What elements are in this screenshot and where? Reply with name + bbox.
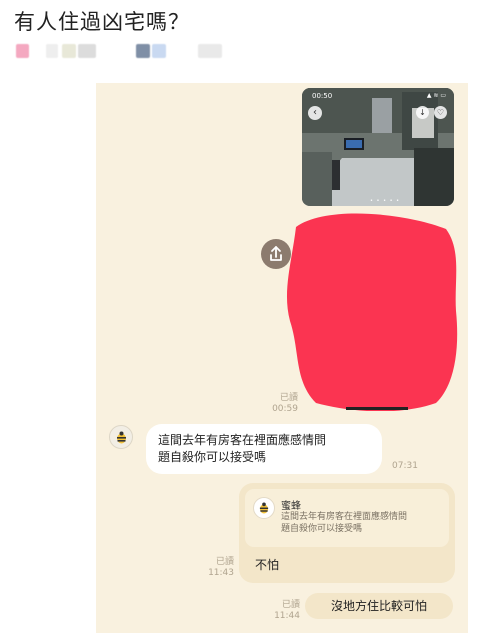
incoming-line-2: 題自殺你可以接受嗎 xyxy=(158,450,267,464)
blur-block xyxy=(152,44,166,58)
page-dots: • • • • • xyxy=(370,198,401,204)
quoted-line-2: 題自殺你可以接受嗎 xyxy=(281,524,363,534)
status-icons: ▲ ≋ ▭ xyxy=(426,92,446,99)
quoted-sender-name: 蜜蜂 xyxy=(281,501,301,512)
blur-block xyxy=(16,44,29,58)
download-icon[interactable]: ↓ xyxy=(416,106,429,119)
share-button[interactable] xyxy=(261,239,291,269)
blurred-meta xyxy=(16,44,256,58)
quoted-line-1: 這間去年有房客在裡面應感情問 xyxy=(281,512,408,522)
incoming-line-1: 這間去年有房客在裡面應感情問 xyxy=(158,433,327,447)
outgoing-message[interactable]: 沒地方住比較可怕 xyxy=(305,593,453,619)
back-icon[interactable]: ‹ xyxy=(308,106,322,120)
blur-block xyxy=(136,44,150,58)
room-photo xyxy=(302,88,454,206)
read-receipt: 已讀 xyxy=(215,557,234,567)
sender-avatar[interactable] xyxy=(109,425,133,449)
blur-block xyxy=(62,44,76,58)
incoming-message: 這間去年有房客在裡面應感情問 題自殺你可以接受嗎 xyxy=(146,424,382,474)
read-receipt: 已讀 xyxy=(281,600,300,610)
chat-screenshot: 00:50 ▲ ≋ ▭ ‹ ↓ ♡ • • • • • 已讀 00:59 這間去… xyxy=(96,83,468,633)
message-time: 11:44 xyxy=(274,611,300,621)
post-title: 有人住過凶宅嗎？ xyxy=(14,10,190,34)
reply-meta: 已讀 11:43 xyxy=(200,557,234,579)
blur-block xyxy=(46,44,58,58)
status-time: 00:50 xyxy=(312,92,333,100)
bee-icon xyxy=(259,502,269,514)
blur-block xyxy=(78,44,96,58)
message-time: 00:59 xyxy=(272,404,298,414)
quoted-avatar xyxy=(253,497,275,519)
share-icon xyxy=(270,246,282,261)
reply-text: 不怕 xyxy=(255,558,280,572)
red-redaction xyxy=(287,213,458,411)
room-photo-message[interactable]: 00:50 ▲ ≋ ▭ ‹ ↓ ♡ • • • • • xyxy=(302,88,454,206)
message-time: 11:43 xyxy=(208,568,234,578)
blur-block xyxy=(198,44,222,58)
read-receipt: 已讀 xyxy=(279,393,298,403)
bee-icon xyxy=(117,431,126,444)
last-meta: 已讀 11:44 xyxy=(268,600,300,622)
heart-icon[interactable]: ♡ xyxy=(434,106,447,119)
quoted-text: 這間去年有房客在裡面應感情問 題自殺你可以接受嗎 xyxy=(281,511,443,535)
quoted-message[interactable]: 蜜蜂 這間去年有房客在裡面應感情問 題自殺你可以接受嗎 xyxy=(245,489,449,547)
incoming-time: 07:31 xyxy=(392,461,418,471)
reply-message[interactable]: 蜜蜂 這間去年有房客在裡面應感情問 題自殺你可以接受嗎 不怕 xyxy=(239,483,455,583)
message-meta: 已讀 00:59 xyxy=(264,393,298,415)
